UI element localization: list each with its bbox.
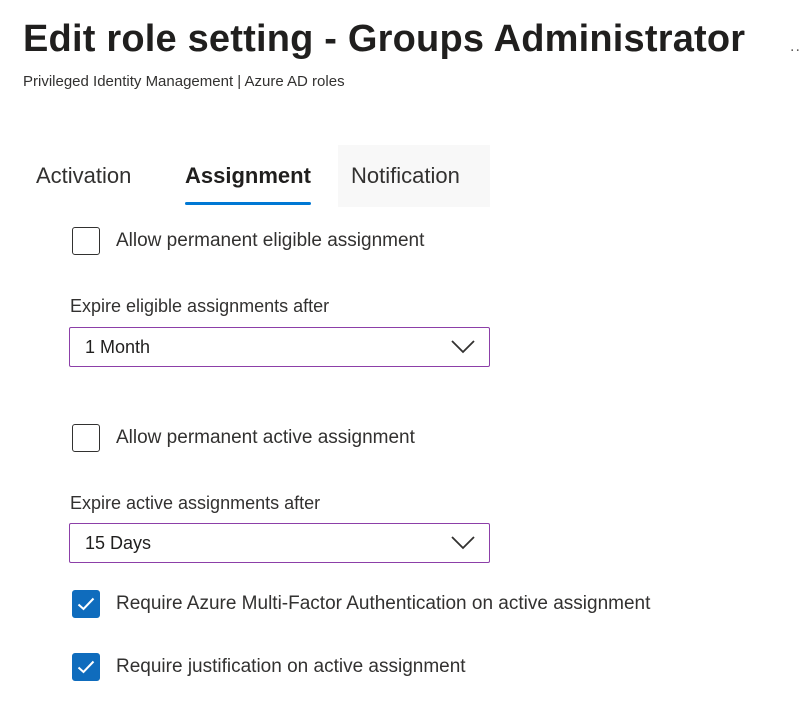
tab-notification-label: Notification [351, 163, 460, 188]
tab-assignment[interactable]: Assignment [185, 145, 311, 207]
permanent-eligible-label: Allow permanent eligible assignment [116, 230, 425, 251]
more-options-icon[interactable]: .. [790, 38, 801, 56]
require-mfa-row[interactable]: Require Azure Multi-Factor Authenticatio… [72, 590, 650, 618]
require-justification-row[interactable]: Require justification on active assignme… [72, 653, 466, 681]
tab-activation[interactable]: Activation [36, 145, 131, 207]
require-justification-label: Require justification on active assignme… [116, 656, 466, 677]
require-justification-checkbox[interactable] [72, 653, 100, 681]
tab-assignment-label: Assignment [185, 163, 311, 188]
permanent-eligible-checkbox[interactable] [72, 227, 100, 255]
permanent-active-label: Allow permanent active assignment [116, 427, 415, 448]
permanent-active-checkbox[interactable] [72, 424, 100, 452]
expire-active-dropdown[interactable]: 15 Days [69, 523, 490, 563]
permanent-eligible-row[interactable]: Allow permanent eligible assignment [72, 227, 424, 255]
page-subtitle: Privileged Identity Management | Azure A… [23, 73, 345, 90]
expire-active-value: 15 Days [85, 533, 152, 553]
permanent-active-row[interactable]: Allow permanent active assignment [72, 424, 415, 452]
settings-tabs: Activation Assignment Notification [0, 145, 500, 207]
require-mfa-checkbox[interactable] [72, 590, 100, 618]
require-mfa-label: Require Azure Multi-Factor Authenticatio… [116, 593, 651, 614]
chevron-down-icon [451, 340, 475, 359]
expire-eligible-label: Expire eligible assignments after [70, 296, 330, 316]
checkmark-icon [77, 597, 95, 611]
tab-activation-label: Activation [36, 163, 132, 188]
page-title: Edit role setting - Groups Administrator [23, 18, 746, 60]
tab-notification[interactable]: Notification [338, 145, 490, 207]
expire-eligible-dropdown[interactable]: 1 Month [69, 327, 490, 367]
edit-role-setting-page: Edit role setting - Groups Administrator… [0, 0, 804, 704]
chevron-down-icon [451, 536, 475, 555]
tab-selected-indicator [185, 202, 311, 205]
checkmark-icon [77, 660, 95, 674]
expire-active-label: Expire active assignments after [70, 493, 321, 513]
expire-eligible-value: 1 Month [85, 337, 151, 357]
